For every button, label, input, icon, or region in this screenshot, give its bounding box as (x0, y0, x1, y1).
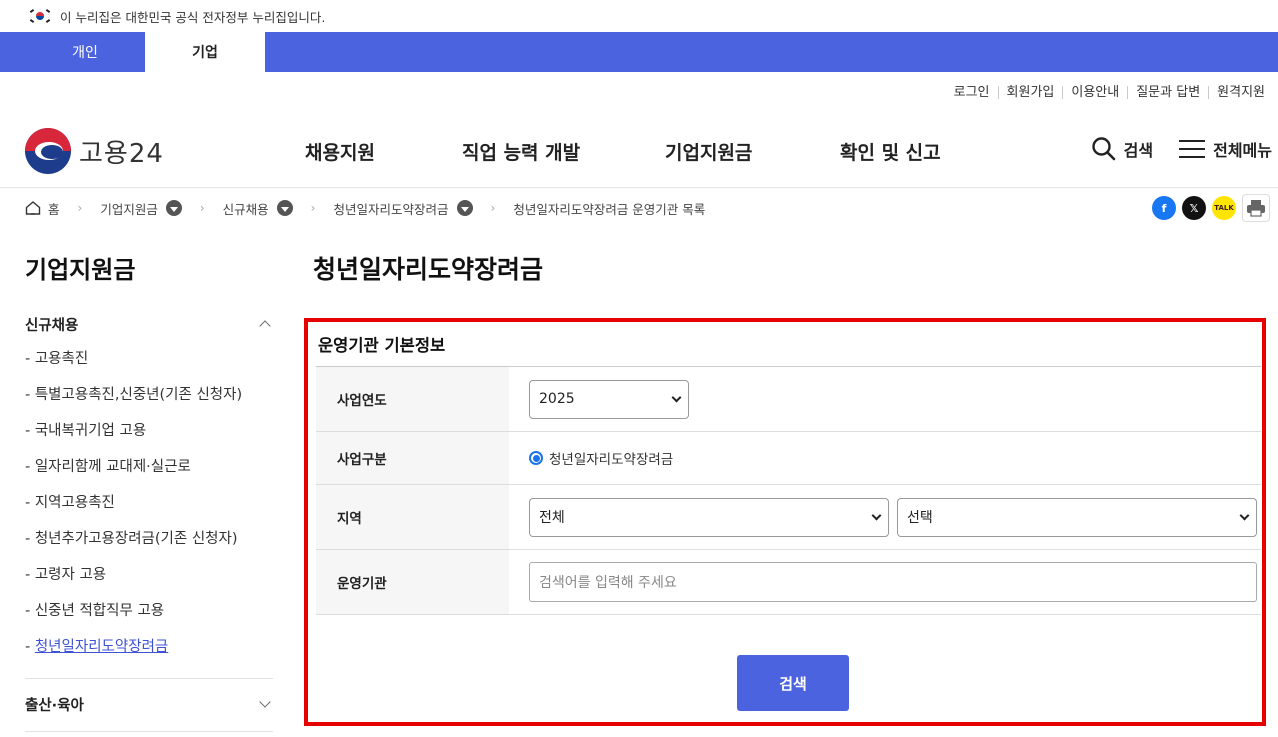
org-search-input[interactable]: 검색어를 입력해 주세요 (529, 562, 1257, 602)
main-navigation: 채용지원 직업 능력 개발 기업지원금 확인 및 신고 (0, 132, 1278, 168)
breadcrumb-home[interactable]: 홈 (48, 199, 60, 218)
year-label: 사업연도 (316, 367, 509, 431)
year-select[interactable]: 2025 (529, 379, 689, 419)
signup-link[interactable]: 회원가입 (997, 85, 1063, 99)
region-select[interactable]: 전체 (529, 497, 889, 537)
sidebar-group-new-hire: 신규채용 - 고용촉진 - 특별고용촉진,신중년(기존 신청자) - 국내복귀기… (25, 314, 273, 673)
sidebar-item[interactable]: - 청년추가고용장려금(기존 신청자) (25, 529, 273, 565)
subregion-select[interactable]: 선택 (897, 497, 1257, 537)
sidebar-divider (25, 731, 273, 732)
nav-subsidies[interactable]: 기업지원금 (665, 138, 752, 165)
facebook-icon[interactable]: f (1152, 196, 1176, 220)
utility-links: 로그인 회원가입 이용안내 질문과 답변 원격지원 (946, 80, 1273, 104)
home-icon (25, 201, 41, 215)
breadcrumb: 홈 › 기업지원금 › 신규채용 › 청년일자리도약장려금 › 청년일자리도약장… (25, 198, 705, 218)
sidebar-item[interactable]: - 고용촉진 (25, 349, 273, 385)
chevron-up-icon (259, 320, 271, 332)
sidebar-item-active[interactable]: - 청년일자리도약장려금 (25, 637, 273, 673)
sidebar-item[interactable]: - 지역고용촉진 (25, 493, 273, 529)
x-twitter-icon[interactable]: 𝕏 (1182, 196, 1206, 220)
header-divider (0, 187, 1278, 188)
header-search-button[interactable]: 검색 (1091, 136, 1153, 162)
sidebar-group-childcare[interactable]: 출산·육아 (25, 694, 273, 714)
sidebar-group-toggle[interactable]: 신규채용 (25, 314, 273, 334)
sidebar-item[interactable]: - 신중년 적합직무 고용 (25, 601, 273, 637)
breadcrumb-separator-icon: › (310, 201, 316, 215)
form-row-year: 사업연도 2025 (316, 367, 1261, 432)
sidebar-list: - 고용촉진 - 특별고용촉진,신중년(기존 신청자) - 국내복귀기업 고용 … (25, 349, 273, 673)
dropdown-icon[interactable] (456, 200, 473, 216)
year-select-value: 2025 (539, 391, 575, 407)
chevron-down-icon (259, 696, 271, 708)
sidebar-item[interactable]: - 국내복귀기업 고용 (25, 421, 273, 457)
form-row-type: 사업구분 청년일자리도약장려금 (316, 432, 1261, 485)
hamburger-icon (1179, 139, 1206, 159)
print-icon[interactable] (1242, 194, 1270, 222)
all-menu-button[interactable]: 전체메뉴 (1179, 137, 1272, 161)
korea-flag-icon (29, 9, 51, 23)
sidebar-item[interactable]: - 특별고용촉진,신중년(기존 신청자) (25, 385, 273, 421)
gov-banner-text: 이 누리집은 대한민국 공식 전자정부 누리집입니다. (60, 9, 326, 25)
sidebar-group-label: 출산·육아 (25, 697, 84, 714)
chevron-down-icon (671, 392, 682, 402)
all-menu-label: 전체메뉴 (1213, 141, 1272, 160)
breadcrumb-separator-icon: › (199, 201, 205, 215)
nav-job-skills[interactable]: 직업 능력 개발 (462, 138, 580, 165)
nav-confirm-report[interactable]: 확인 및 신고 (840, 138, 941, 165)
kakaotalk-icon[interactable]: TALK (1212, 196, 1236, 220)
share-tools: f 𝕏 TALK (1146, 194, 1270, 222)
qna-link[interactable]: 질문과 답변 (1127, 85, 1208, 99)
search-label: 검색 (1123, 141, 1154, 160)
tab-business[interactable]: 기업 (145, 32, 265, 72)
sidebar-item[interactable]: - 일자리함께 교대제·실근로 (25, 457, 273, 493)
user-type-tabs: 개인 기업 (0, 32, 1278, 72)
type-radio-label: 청년일자리도약장려금 (549, 452, 674, 468)
form-table: 사업연도 2025 사업구분 청년일자리도약장려금 지역 전체 선택 운영기관 … (316, 366, 1261, 615)
org-label: 운영기관 (316, 550, 509, 614)
sidebar-title: 기업지원금 (25, 256, 136, 284)
sidebar-divider (25, 678, 273, 679)
form-row-org: 운영기관 검색어를 입력해 주세요 (316, 550, 1261, 615)
search-button[interactable]: 검색 (737, 655, 849, 711)
guide-link[interactable]: 이용안내 (1062, 85, 1127, 99)
header-actions: 검색 전체메뉴 (1091, 136, 1272, 162)
region-label: 지역 (316, 485, 509, 549)
login-link[interactable]: 로그인 (946, 86, 998, 99)
chevron-down-icon (871, 510, 882, 520)
remote-support-link[interactable]: 원격지원 (1208, 85, 1273, 99)
nav-recruitment[interactable]: 채용지원 (305, 138, 375, 165)
page-title: 청년일자리도약장려금 (313, 255, 544, 284)
breadcrumb-separator-icon: › (77, 201, 83, 215)
breadcrumb-separator-icon: › (490, 201, 496, 215)
type-radio-option[interactable]: 청년일자리도약장려금 (509, 432, 1261, 484)
breadcrumb-new-hire[interactable]: 신규채용 (223, 199, 269, 218)
subregion-select-value: 선택 (907, 510, 933, 526)
breadcrumb-subsidies[interactable]: 기업지원금 (100, 199, 158, 218)
breadcrumb-youth-subsidy[interactable]: 청년일자리도약장려금 (333, 199, 448, 218)
gov-banner: 이 누리집은 대한민국 공식 전자정부 누리집입니다. (0, 0, 1278, 32)
chevron-down-icon (1239, 510, 1250, 520)
dropdown-icon[interactable] (276, 200, 293, 216)
tab-personal[interactable]: 개인 (25, 32, 145, 72)
region-select-value: 전체 (539, 510, 565, 526)
sidebar-group-label: 신규채용 (25, 317, 79, 334)
search-icon (1091, 137, 1115, 161)
type-label: 사업구분 (316, 432, 509, 484)
search-form-panel: 운영기관 기본정보 사업연도 2025 사업구분 청년일자리도약장려금 지역 전… (304, 318, 1266, 726)
radio-selected-icon[interactable] (529, 451, 543, 465)
form-title: 운영기관 기본정보 (318, 336, 446, 355)
breadcrumb-current: 청년일자리도약장려금 운영기관 목록 (513, 201, 706, 217)
dropdown-icon[interactable] (165, 200, 182, 216)
form-row-region: 지역 전체 선택 (316, 485, 1261, 550)
sidebar-item[interactable]: - 고령자 고용 (25, 565, 273, 601)
